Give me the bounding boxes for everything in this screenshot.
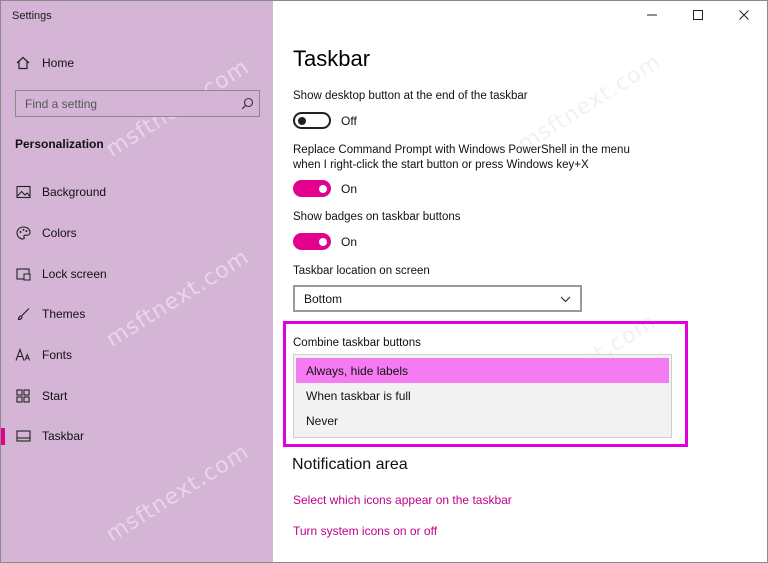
- system-icons-link[interactable]: Turn system icons on or off: [293, 524, 437, 538]
- sidebar-item-home[interactable]: Home: [1, 45, 273, 81]
- setting-label-line: Replace Command Prompt with Windows Powe…: [293, 144, 630, 156]
- settings-window: msftnext.com msftnext.com msftnext.com S…: [0, 0, 768, 563]
- sidebar-item-lock-screen[interactable]: Lock screen: [1, 256, 273, 292]
- toggle-state: On: [341, 182, 358, 196]
- taskbar-location-select[interactable]: Bottom: [293, 285, 582, 312]
- powershell-toggle[interactable]: [293, 180, 331, 197]
- maximize-button[interactable]: [675, 1, 721, 31]
- toggle-state: Off: [341, 114, 357, 128]
- setting-label: Taskbar location on screen: [293, 265, 430, 277]
- combine-buttons-dropdown: Always, hide labels When taskbar is full…: [293, 354, 672, 438]
- minimize-icon: [647, 9, 657, 23]
- setting-label: Combine taskbar buttons: [293, 337, 421, 349]
- sidebar-item-label: Themes: [42, 307, 86, 321]
- sidebar-item-label: Lock screen: [42, 267, 107, 281]
- font-icon: [15, 347, 31, 363]
- toggle-knob: [298, 116, 306, 125]
- dropdown-option[interactable]: Always, hide labels: [296, 358, 669, 383]
- sidebar-item-label: Colors: [42, 226, 77, 240]
- setting-label: Show badges on taskbar buttons: [293, 211, 461, 223]
- close-icon: [739, 9, 749, 23]
- app-title: Settings: [12, 10, 52, 22]
- badges-toggle[interactable]: [293, 233, 331, 250]
- setting-label: Replace Command Prompt with Windows Powe…: [293, 143, 630, 173]
- show-desktop-toggle[interactable]: [293, 112, 331, 129]
- brush-icon: [15, 306, 31, 322]
- sidebar-item-themes[interactable]: Themes: [1, 296, 273, 332]
- dropdown-option[interactable]: Never: [296, 408, 669, 433]
- watermark: msftnext.com: [513, 49, 666, 158]
- search-icon[interactable]: [235, 97, 259, 110]
- section-title: Personalization: [15, 137, 104, 151]
- palette-icon: [15, 225, 31, 241]
- page-title: Taskbar: [293, 46, 371, 71]
- chevron-down-icon: [560, 292, 571, 306]
- sidebar-item-taskbar[interactable]: Taskbar: [1, 418, 273, 454]
- sidebar-item-background[interactable]: Background: [1, 174, 273, 210]
- toggle-knob: [319, 184, 327, 193]
- home-icon: [15, 55, 31, 71]
- sidebar-item-fonts[interactable]: Fonts: [1, 337, 273, 373]
- toggle-knob: [319, 237, 327, 246]
- setting-label: Show desktop button at the end of the ta…: [293, 90, 528, 102]
- sidebar-item-label: Fonts: [42, 348, 73, 362]
- dropdown-option[interactable]: When taskbar is full: [296, 383, 669, 408]
- picture-icon: [15, 184, 31, 200]
- taskbar-icon: [15, 428, 31, 444]
- sidebar: msftnext.com msftnext.com msftnext.com S…: [1, 1, 273, 562]
- setting-label-line: when I right-click the start button or p…: [293, 159, 589, 171]
- watermark: msftnext.com: [101, 439, 254, 548]
- minimize-button[interactable]: [629, 1, 675, 31]
- sidebar-item-start[interactable]: Start: [1, 378, 273, 414]
- lock-screen-icon: [15, 266, 31, 282]
- sidebar-item-label: Taskbar: [42, 429, 85, 443]
- sidebar-item-label: Background: [42, 185, 107, 199]
- search-input[interactable]: [16, 91, 235, 116]
- toggle-state: On: [341, 235, 358, 249]
- select-icons-link[interactable]: Select which icons appear on the taskbar: [293, 493, 512, 507]
- search-box: [15, 90, 260, 117]
- close-button[interactable]: [721, 1, 767, 31]
- sidebar-item-label: Start: [42, 389, 68, 403]
- sidebar-item-label: Home: [42, 56, 75, 70]
- section-heading: Notification area: [292, 456, 408, 473]
- sidebar-item-colors[interactable]: Colors: [1, 215, 273, 251]
- start-icon: [15, 388, 31, 404]
- window-controls: [629, 1, 767, 31]
- main-content: msftnext.com msftnext.com Taskbar Show d…: [273, 1, 767, 562]
- select-value: Bottom: [304, 291, 343, 306]
- maximize-icon: [693, 9, 703, 23]
